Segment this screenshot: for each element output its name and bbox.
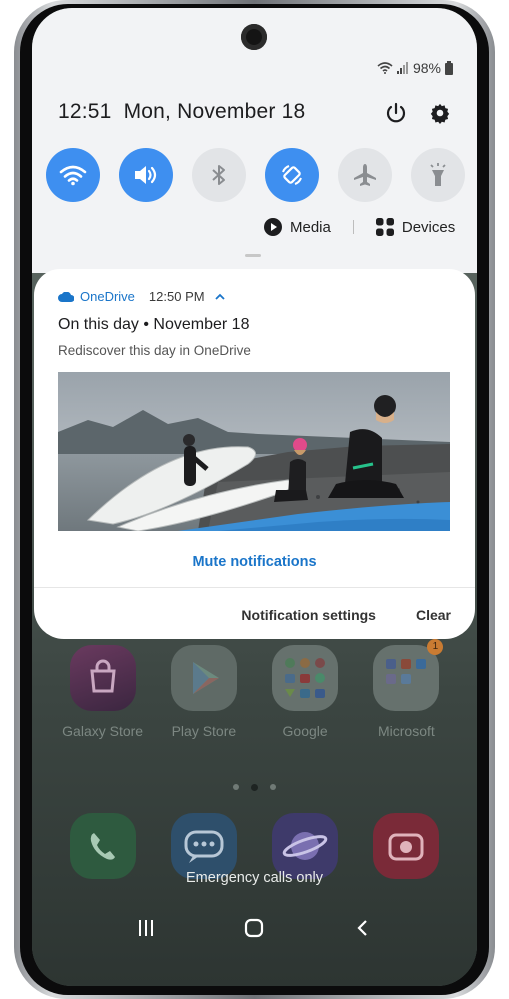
play-icon	[264, 218, 282, 236]
home-app-row: Galaxy Store Play Store Google 1 Microso…	[32, 639, 477, 739]
notification-app-name: OneDrive	[80, 289, 135, 304]
emergency-calls-text: Emergency calls only	[186, 870, 323, 886]
signal-icon	[396, 62, 408, 74]
galaxy-store-icon	[69, 645, 136, 711]
auto-rotate-toggle[interactable]	[265, 148, 319, 202]
onedrive-cloud-icon	[58, 291, 74, 302]
bluetooth-toggle[interactable]	[192, 148, 246, 202]
airplane-icon	[354, 164, 376, 186]
quick-settings-panel: 98% 12:51 Mon, November 18 Media Devices	[32, 8, 477, 273]
panel-drag-handle[interactable]	[245, 254, 261, 257]
devices-button[interactable]: Devices	[402, 219, 455, 236]
wifi-icon	[59, 165, 87, 186]
google-folder-icon	[272, 645, 339, 711]
app-label: Galaxy Store	[62, 723, 144, 739]
app-google-folder[interactable]: Google	[262, 645, 348, 739]
flashlight-toggle[interactable]	[411, 148, 465, 202]
notification-badge: 1	[427, 639, 444, 655]
microsoft-folder-icon: 1	[373, 639, 444, 711]
clock-date[interactable]: Mon, November 18	[124, 100, 306, 124]
clear-button[interactable]: Clear	[416, 607, 451, 623]
airplane-toggle[interactable]	[338, 148, 392, 202]
quick-toggles	[46, 148, 465, 202]
divider	[352, 220, 354, 234]
notification-time: 12:50 PM	[148, 289, 205, 304]
notification-header: OneDrive 12:50 PM	[58, 289, 225, 304]
battery-percent: 98%	[412, 60, 441, 76]
sound-toggle[interactable]	[119, 148, 173, 202]
battery-icon	[445, 61, 453, 75]
date-time: 12:51 Mon, November 18	[58, 100, 305, 124]
card-divider	[34, 587, 475, 588]
clock-time: 12:51	[58, 100, 112, 123]
home-icon[interactable]	[243, 917, 265, 939]
media-devices-row: Media Devices	[264, 218, 455, 236]
memory-photo[interactable]	[58, 372, 450, 531]
panel-actions	[385, 102, 451, 124]
notification-title: On this day • November 18	[58, 316, 250, 333]
app-label: Google	[282, 723, 328, 739]
front-camera	[241, 24, 267, 50]
notification-footer: Notification settings Clear	[241, 607, 451, 623]
speaker-icon	[135, 166, 157, 184]
flashlight-icon	[430, 163, 446, 186]
mute-notifications-button[interactable]: Mute notifications	[34, 554, 475, 570]
rotate-icon	[282, 165, 302, 185]
bluetooth-icon	[212, 165, 225, 185]
wifi-icon	[377, 62, 393, 74]
phone-screen-holder: Galaxy Store Play Store Google 1 Microso…	[14, 0, 495, 999]
app-play-store[interactable]: Play Store	[161, 645, 247, 739]
app-label: Microsoft	[377, 723, 435, 739]
navigation-bar	[32, 908, 477, 948]
play-store-icon	[170, 645, 237, 711]
status-bar: 98%	[377, 60, 453, 76]
phone-screen: Galaxy Store Play Store Google 1 Microso…	[32, 8, 477, 986]
app-microsoft-folder[interactable]: 1 Microsoft	[363, 639, 449, 739]
page-dot-active	[251, 784, 258, 791]
app-label: Play Store	[171, 723, 237, 739]
page-dot	[233, 784, 239, 790]
devices-grid-icon	[375, 218, 394, 236]
back-icon[interactable]	[353, 918, 373, 938]
gear-icon[interactable]	[429, 102, 451, 124]
page-indicator	[32, 784, 477, 791]
power-icon[interactable]	[385, 102, 407, 124]
page-dot	[270, 784, 276, 790]
notification-card[interactable]: OneDrive 12:50 PM On this day • November…	[34, 269, 475, 639]
chevron-up-icon[interactable]	[214, 293, 225, 301]
notification-body: Rediscover this day in OneDrive	[58, 343, 251, 358]
media-button[interactable]: Media	[290, 219, 331, 236]
notification-settings-button[interactable]: Notification settings	[241, 607, 376, 623]
wifi-toggle[interactable]	[46, 148, 100, 202]
recents-icon[interactable]	[136, 918, 156, 938]
app-galaxy-store[interactable]: Galaxy Store	[60, 645, 146, 739]
